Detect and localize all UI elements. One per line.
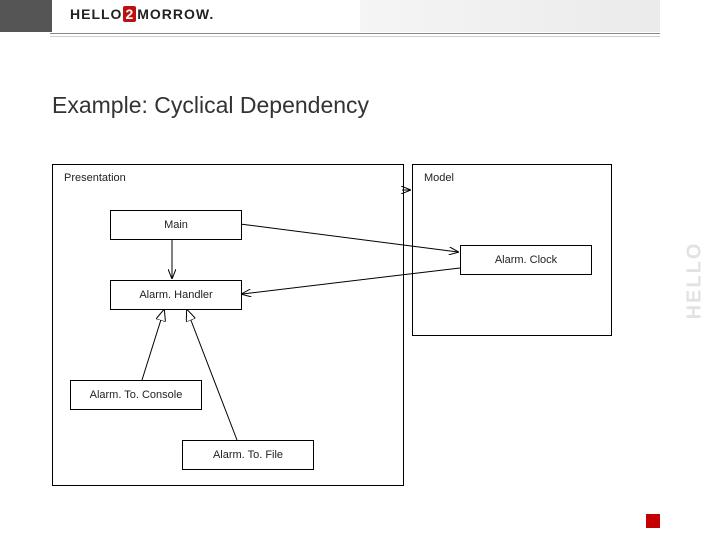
header-accent — [0, 0, 52, 32]
header: HELLO2MORROW. — [0, 0, 720, 40]
header-rule — [50, 33, 660, 34]
diagram-arrows — [52, 150, 612, 510]
header-pattern — [360, 0, 660, 32]
brand-part2: MORROW — [137, 6, 209, 22]
header-subrule — [50, 36, 660, 37]
brand-mid: 2 — [123, 6, 136, 22]
brand-suffix: . — [209, 6, 214, 22]
footer-accent — [646, 514, 660, 528]
brand-part1: HELLO — [70, 6, 122, 22]
diagram: Presentation Model Main Alarm. Handler A… — [52, 150, 612, 510]
watermark-logo: HELLO — [680, 90, 710, 470]
node-alarm-to-console: Alarm. To. Console — [70, 380, 202, 410]
slide-title: Example: Cyclical Dependency — [52, 92, 369, 119]
package-presentation-label: Presentation — [64, 172, 126, 184]
package-model-label: Model — [424, 172, 454, 184]
node-alarm-clock: Alarm. Clock — [460, 245, 592, 275]
node-alarm-handler: Alarm. Handler — [110, 280, 242, 310]
node-alarm-to-file: Alarm. To. File — [182, 440, 314, 470]
node-main: Main — [110, 210, 242, 240]
brand-logo: HELLO2MORROW. — [70, 6, 214, 22]
